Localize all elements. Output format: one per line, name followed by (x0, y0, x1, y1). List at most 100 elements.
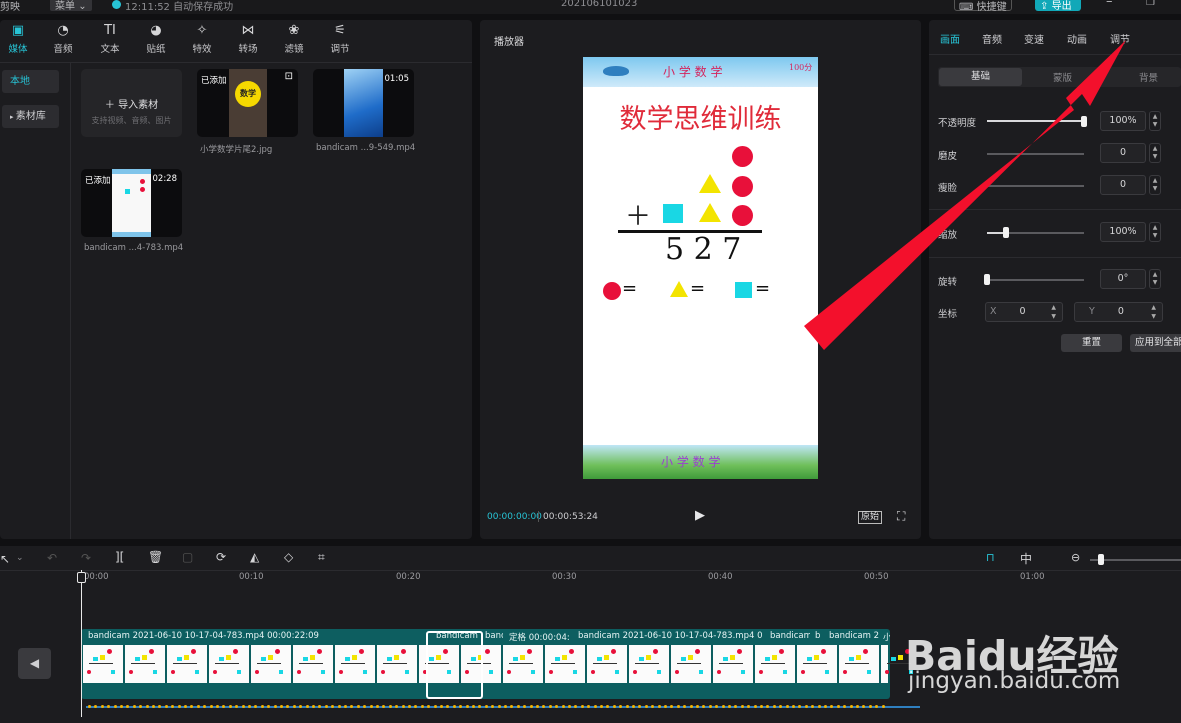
ruler-tick: 00:20 (396, 572, 421, 582)
menu-button[interactable]: 菜单 ⌄ (50, 0, 92, 12)
media-item[interactable]: 01:05 (313, 69, 414, 137)
smooth-stepper[interactable]: ▲ ▼ (1149, 143, 1161, 163)
keyframe-dot (184, 705, 187, 708)
keyframe-dot (132, 705, 136, 708)
current-time: 00:00:00:00 (487, 512, 542, 522)
tab-sticker-label: 贴纸 (146, 44, 166, 55)
keyframe-dot (728, 705, 731, 708)
redo-icon[interactable]: ↷ (81, 551, 91, 565)
tab-effects[interactable]: ✧ 特效 (182, 22, 222, 55)
keyframe-dot (248, 705, 251, 708)
media-item[interactable]: 已添加 02:28 (81, 169, 182, 237)
clip-frame-thumbnail (167, 645, 207, 683)
keyframe-dot (676, 705, 680, 708)
fullscreen-icon[interactable]: ⛶ (897, 509, 905, 524)
subtab-background[interactable]: 背景 (1139, 70, 1158, 84)
keyframe-dot (836, 705, 840, 708)
thin-face-stepper[interactable]: ▲ ▼ (1149, 175, 1161, 195)
mirror-icon[interactable]: ◭ (250, 550, 259, 564)
keyframe-dot (452, 705, 456, 708)
caret-up-icon: ▲ (1152, 224, 1158, 231)
delete-icon[interactable]: 🗑 (148, 550, 163, 564)
clip-label: bandicam (436, 631, 478, 641)
position-y-stepper[interactable]: ▲ ▼ (1151, 303, 1156, 321)
tab-transition[interactable]: ⋈ 转场 (228, 22, 268, 55)
clip-frame-thumbnail (671, 645, 711, 683)
playhead-handle[interactable] (77, 572, 86, 583)
apply-all-button[interactable]: 应用到全部 (1130, 334, 1181, 352)
play-button[interactable]: ▶ (695, 508, 705, 523)
keyframe-dot (196, 705, 200, 708)
snap-icon[interactable]: 中 (1020, 550, 1032, 567)
zoom-out-icon[interactable]: ⊖ (1071, 551, 1080, 564)
keyframe-dot (440, 705, 443, 708)
keyframe-dot (600, 705, 603, 708)
selected-clip[interactable] (426, 631, 483, 699)
tab-media[interactable]: ▣ 媒体 (0, 22, 38, 55)
reverse-icon[interactable]: ⟳ (216, 550, 226, 564)
keyframe-dot (644, 705, 648, 708)
clip-label: bandicam (770, 631, 810, 641)
magnet-icon[interactable]: ⊓ (986, 551, 995, 564)
frame-footer: 小 学 数 学 (583, 445, 818, 479)
minimize-icon[interactable]: – (1106, 0, 1113, 9)
media-item[interactable]: 数学 已添加 ⊡ (197, 69, 298, 137)
clip-frame-thumbnail (125, 645, 165, 683)
tab-text[interactable]: TI 文本 (90, 22, 130, 55)
keyframe-dot (689, 705, 693, 708)
crop-icon[interactable]: ⌗ (318, 550, 325, 565)
maximize-icon[interactable]: ❐ (1146, 0, 1155, 8)
mute-track-button[interactable]: ◀ (18, 648, 51, 679)
keyframe-dot (324, 705, 328, 708)
keyframe-dot (337, 705, 341, 708)
rotate-icon[interactable]: ◇ (284, 550, 293, 564)
scale-stepper[interactable]: ▲ ▼ (1149, 222, 1161, 242)
clip-frame-thumbnail (755, 645, 795, 683)
tab-filter-label: 滤镜 (284, 44, 304, 55)
keyframe-dot (504, 705, 507, 708)
keyframe-dot (465, 705, 469, 708)
chevron-down-icon[interactable]: ⌄ (16, 553, 24, 563)
keyframe-dot (260, 705, 264, 708)
tab-audio[interactable]: ◔ 音频 (43, 22, 83, 55)
keyframe-dot (376, 705, 379, 708)
clip-frame-thumbnail (209, 645, 249, 683)
keyframe-dot (772, 705, 776, 708)
shortcuts-label: 快捷键 (976, 2, 1007, 13)
keyframe-dot (120, 705, 123, 708)
thumb-dot (140, 187, 145, 192)
split-icon[interactable]: ][ (115, 550, 124, 564)
import-media-button[interactable]: ＋ 导入素材 支持视频、音频、图片 (81, 69, 182, 137)
clip-label: bandicam 2 (829, 631, 879, 641)
export-button[interactable]: ⇪ 导出 (1035, 0, 1081, 12)
playhead[interactable] (81, 570, 82, 717)
clip-label: 定格 00:00:04: (509, 633, 570, 643)
caret-up-icon: ▲ (1152, 271, 1158, 278)
tab-filter[interactable]: ❀ 滤镜 (274, 22, 314, 55)
sidebar-item-library[interactable]: ▸ 素材库 (2, 105, 59, 128)
project-name: 202106101023 (561, 0, 638, 9)
clip-frame-thumbnail (293, 645, 333, 683)
opacity-stepper[interactable]: ▲ ▼ (1149, 111, 1161, 131)
freeze-icon[interactable]: ▢ (182, 550, 193, 564)
keyframe-dot (824, 705, 827, 708)
shortcuts-button[interactable]: ⌨ 快捷键 (954, 0, 1012, 13)
equals-sign: = (622, 278, 638, 299)
zoom-slider-handle[interactable] (1098, 554, 1104, 565)
ratio-button[interactable]: 原始 (858, 511, 883, 524)
media-item-name: 小学数学片尾2.jpg (200, 145, 273, 155)
tab-sticker[interactable]: ◕ 贴纸 (136, 22, 176, 55)
undo-icon[interactable]: ↶ (47, 551, 57, 565)
export-label: 导出 (1051, 1, 1072, 12)
keyframe-dot (664, 705, 667, 708)
select-cursor-icon[interactable]: ↖ (0, 552, 10, 566)
keyframe-dot (177, 705, 181, 708)
keyframe-dot (548, 705, 552, 708)
sticker-icon: ◕ (150, 23, 162, 38)
sidebar-item-local[interactable]: 本地 (2, 70, 59, 93)
ruler-tick: 00:30 (552, 572, 577, 582)
keyframe-dot (369, 705, 373, 708)
rotate-stepper[interactable]: ▲ ▼ (1149, 269, 1161, 289)
tab-adjust[interactable]: ⚟ 调节 (320, 22, 360, 55)
keyframe-dot (433, 705, 437, 708)
